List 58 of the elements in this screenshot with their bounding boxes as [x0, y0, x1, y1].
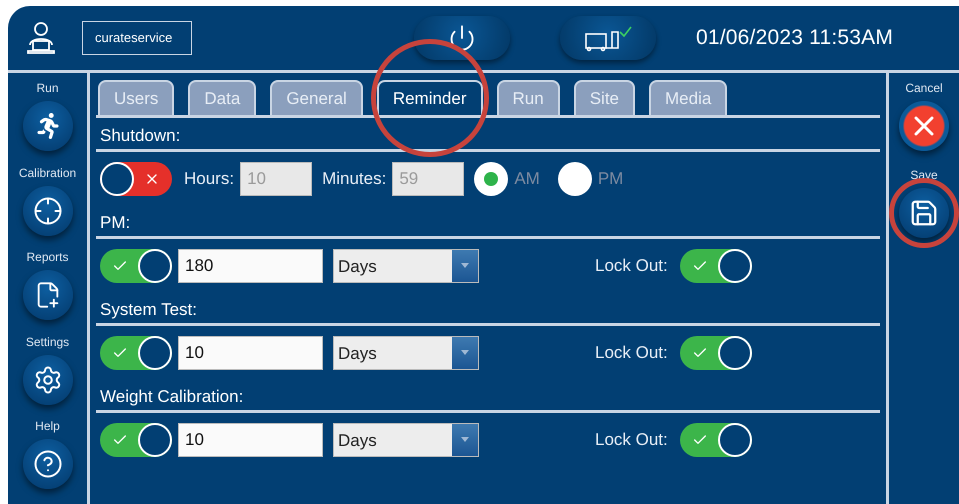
radio-label: AM [514, 168, 540, 188]
nav-button[interactable] [22, 101, 72, 151]
lockout-toggle[interactable] [680, 422, 752, 456]
user-at-laptop-icon [26, 21, 56, 55]
nav-button[interactable] [22, 354, 72, 405]
caret-icon [461, 437, 469, 442]
power-icon [448, 24, 476, 52]
help-icon [32, 449, 62, 480]
nav-label: Reports [26, 250, 69, 264]
lockout-label: Lock Out: [595, 256, 668, 276]
section-title: Shutdown: [99, 125, 182, 147]
radio-label: PM [598, 168, 624, 188]
unit-dropdown[interactable]: Days [333, 248, 479, 282]
unit-dropdown[interactable]: Days [333, 422, 479, 456]
runner-icon [34, 113, 60, 139]
save-icon [909, 198, 939, 228]
nav-button[interactable] [22, 439, 72, 490]
action-label: Save [910, 168, 938, 182]
enable-toggle[interactable] [100, 422, 172, 456]
settings-tab[interactable]: Site [574, 80, 635, 115]
device-check-icon [584, 24, 632, 52]
interval-field[interactable]: 10 [178, 336, 323, 370]
lockout-label: Lock Out: [595, 430, 668, 450]
date-time: 01/06/2023 11:53AM [696, 26, 894, 50]
save-button[interactable] [899, 188, 949, 238]
minutes-label: Minutes: [322, 168, 386, 188]
lockout-toggle[interactable] [680, 336, 752, 370]
nav-label: Help [35, 419, 60, 434]
device-status-button[interactable] [560, 16, 656, 60]
action-label: Cancel [905, 81, 943, 95]
interval-field[interactable]: 10 [178, 422, 323, 456]
nav-button[interactable] [22, 186, 72, 236]
power-button[interactable] [414, 16, 510, 60]
settings-tab[interactable]: Users [98, 80, 174, 115]
section-title: PM: [99, 212, 132, 234]
unit-dropdown[interactable]: Days [333, 336, 479, 370]
nav-button[interactable] [22, 270, 72, 320]
cancel-button[interactable] [899, 101, 949, 151]
hours-label: Hours: [184, 168, 234, 188]
settings-tab[interactable]: Data [188, 80, 256, 115]
section-title: System Test: [99, 299, 198, 321]
interval-field[interactable]: 180 [178, 248, 323, 282]
settings-tab[interactable]: Run [496, 80, 560, 115]
nav-label: Run [36, 81, 58, 95]
lockout-label: Lock Out: [595, 342, 668, 362]
settings-tab[interactable]: Media [649, 80, 728, 115]
caret-icon [461, 263, 469, 268]
nav-label: Calibration [18, 166, 76, 180]
enable-toggle[interactable] [100, 336, 172, 370]
settings-tab[interactable]: Reminder [376, 80, 483, 115]
crosshair-icon [32, 196, 62, 226]
nav-label: Settings [26, 334, 70, 349]
lockout-toggle[interactable] [680, 248, 752, 282]
enable-toggle[interactable] [100, 248, 172, 282]
section-title: Weight Calibration: [99, 386, 244, 408]
settings-tab[interactable]: General [270, 80, 363, 115]
caret-icon [461, 350, 469, 355]
username-label: curateservice [82, 21, 192, 55]
